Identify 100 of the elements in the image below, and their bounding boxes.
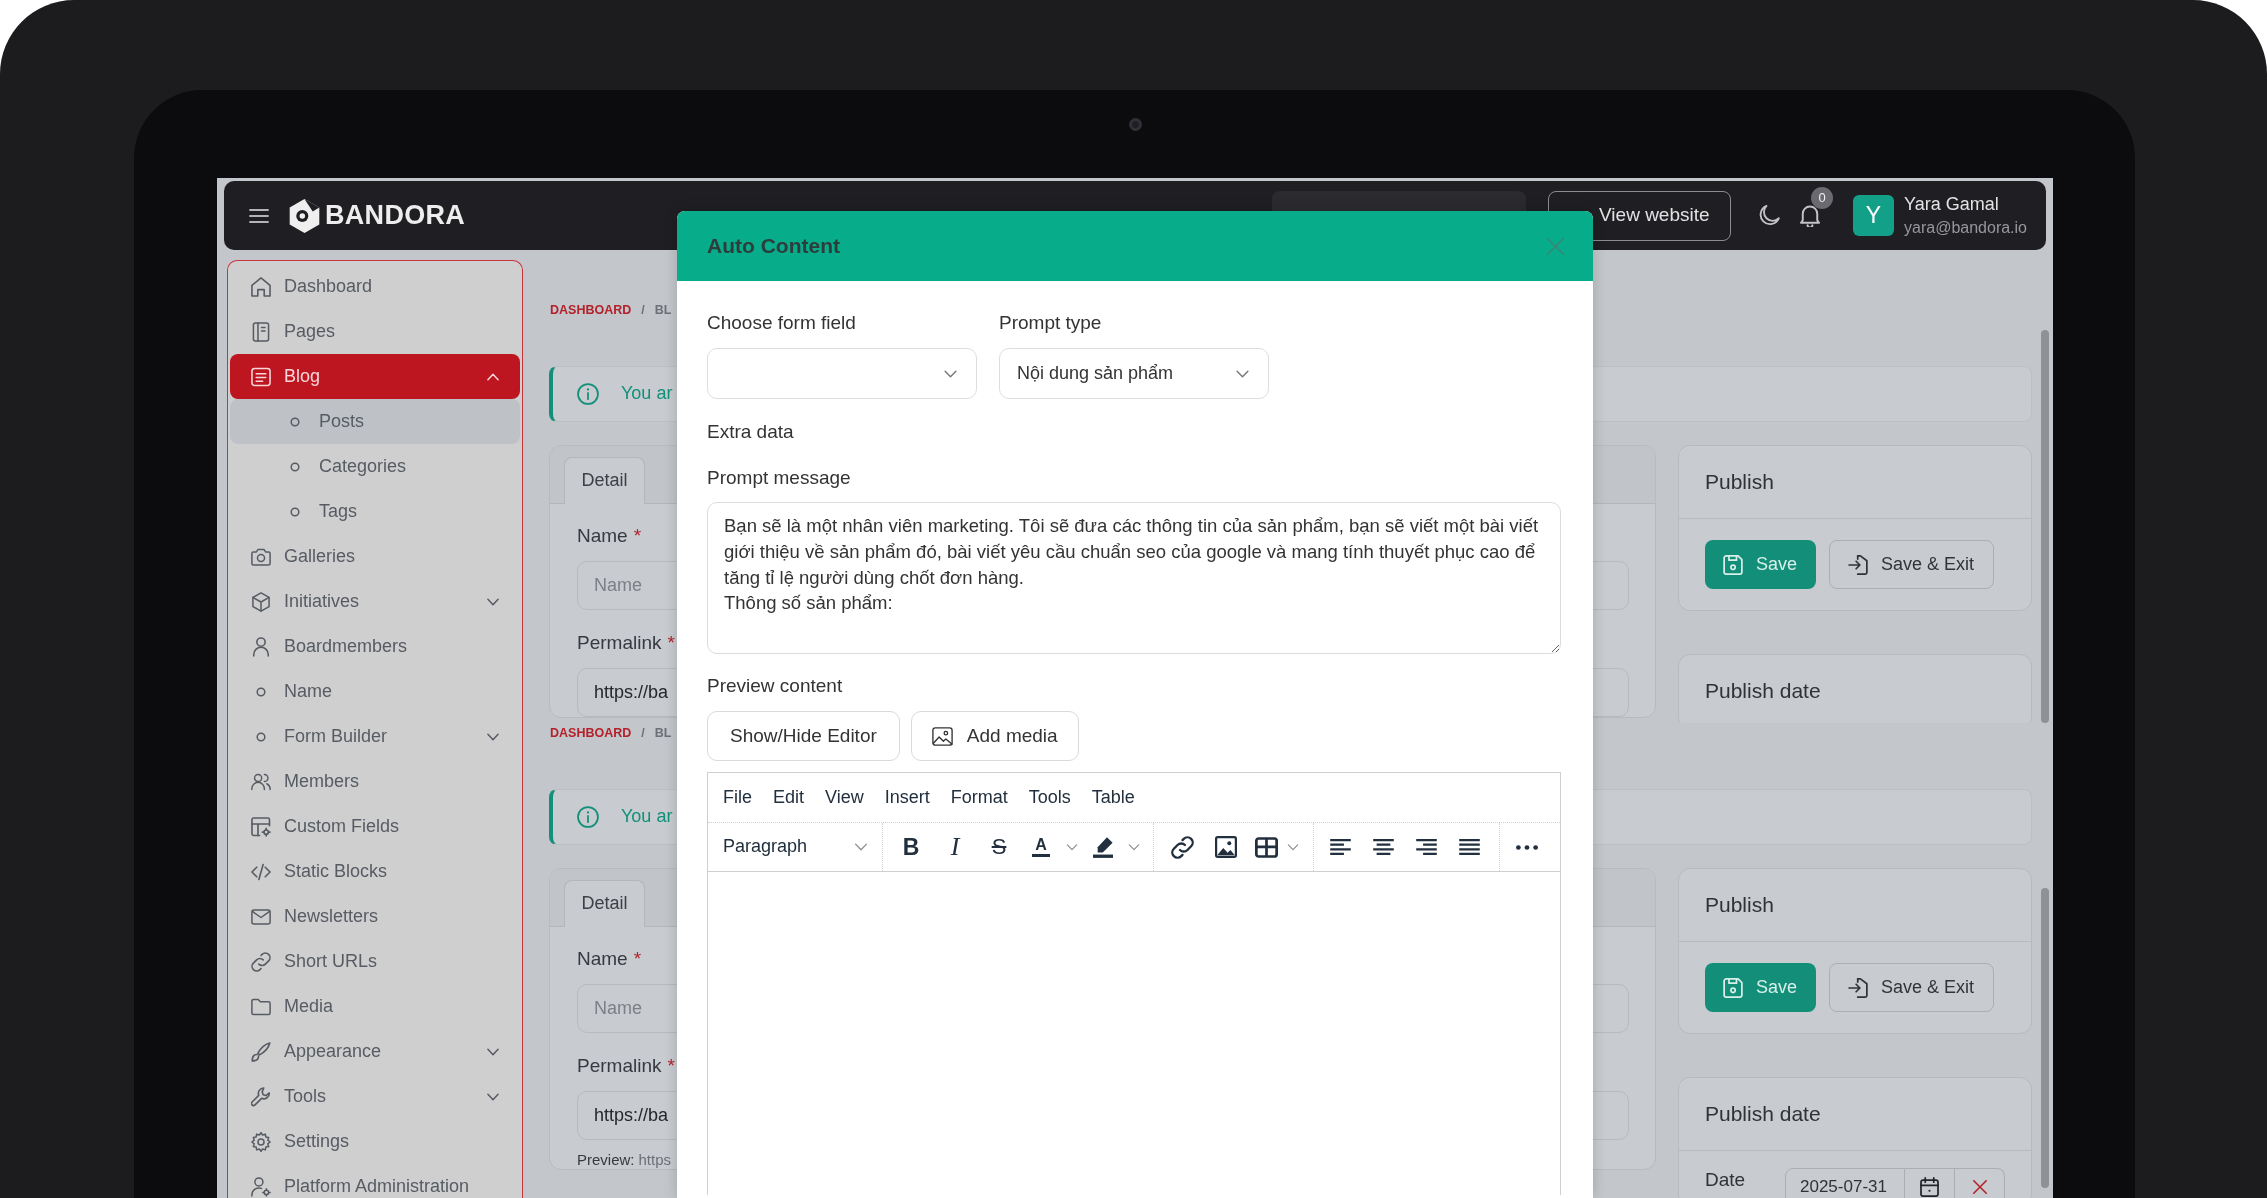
moon-icon[interactable]: [1759, 205, 1780, 226]
link-icon[interactable]: [1170, 835, 1194, 859]
chevron-down-icon[interactable]: [487, 1092, 499, 1101]
sidebar-item[interactable]: Members: [230, 759, 520, 804]
tab[interactable]: Detail: [564, 880, 645, 927]
envelope-icon: [251, 906, 271, 927]
menu-item[interactable]: View: [825, 785, 864, 810]
preview-url[interactable]: https: [638, 1150, 672, 1170]
sidebar-item[interactable]: Settings: [230, 1119, 520, 1164]
sidebar-item[interactable]: Boardmembers: [230, 624, 520, 669]
breadcrumb-separator: /: [641, 724, 645, 742]
caret-icon[interactable]: [1287, 843, 1299, 851]
save-button[interactable]: Save: [1705, 540, 1816, 589]
user-gear-icon: [251, 1176, 271, 1197]
sidebar-item[interactable]: Newsletters: [230, 894, 520, 939]
sidebar-subitem[interactable]: Categories: [230, 444, 520, 489]
tab[interactable]: Detail: [564, 457, 645, 504]
required-asterisk: *: [633, 523, 642, 548]
justify-icon[interactable]: [1459, 839, 1480, 855]
required-asterisk: *: [633, 946, 642, 971]
card-title: Publish date: [1705, 678, 1821, 705]
calendar-button[interactable]: [1905, 1168, 1955, 1198]
italic-button[interactable]: I: [950, 834, 960, 860]
user-email: yara@bandora.io: [1904, 217, 2027, 237]
image-icon[interactable]: [1215, 836, 1237, 858]
breadcrumb-link[interactable]: DASHBOARD: [550, 301, 632, 319]
sidebar-item[interactable]: Appearance: [230, 1029, 520, 1074]
required-asterisk: *: [667, 630, 675, 655]
brand-name[interactable]: BANDORA: [325, 197, 466, 234]
door-arrow-icon: [1848, 977, 1868, 998]
bullet-icon: [290, 461, 300, 472]
door-arrow-icon: [1848, 554, 1868, 575]
field-label: Prompt message: [707, 466, 852, 490]
chevron-up-icon[interactable]: [487, 372, 499, 381]
chevron-down-icon[interactable]: [487, 597, 499, 606]
select-field[interactable]: [707, 348, 977, 399]
sidebar-subitem[interactable]: Tags: [230, 489, 520, 534]
menu-item[interactable]: File: [723, 785, 752, 810]
save-button[interactable]: Save: [1705, 963, 1816, 1012]
sidebar-item[interactable]: Dashboard: [230, 264, 520, 309]
add-media-button[interactable]: Add media: [910, 711, 1079, 761]
menu-item[interactable]: Tools: [1028, 785, 1071, 810]
sidebar-item[interactable]: Form Builder: [230, 714, 520, 759]
info-icon: [577, 806, 599, 828]
field-label: Name: [577, 946, 628, 971]
sidebar-item[interactable]: Platform Administration: [230, 1164, 520, 1198]
logo-icon[interactable]: [289, 198, 320, 233]
bell-icon[interactable]: [1800, 204, 1820, 227]
prompt-message-field[interactable]: Bạn sẽ là một nhân viên marketing. Tôi sẽ đưa các thông tin của sản phẩm, bạn sẽ viết một bài viết giới thiệu về sản phẩm đó, bài viết yêu cầu chuẩn seo của google và mang tính thuyết phục cao để tăng tỉ lệ người dùng chốt đơn hàng. Thông số sản phẩm:: [707, 502, 1561, 654]
menu-item[interactable]: Format: [950, 785, 1008, 810]
menu-icon[interactable]: [249, 207, 269, 224]
bullet-icon: [256, 686, 266, 697]
sidebar-item[interactable]: Custom Fields: [230, 804, 520, 849]
menu-item[interactable]: Insert: [884, 785, 930, 810]
sidebar-item[interactable]: Pages: [230, 309, 520, 354]
sidebar-subitem[interactable]: Posts: [230, 399, 520, 444]
sidebar-item[interactable]: Name: [230, 669, 520, 714]
table-icon[interactable]: [1254, 836, 1278, 858]
save-exit-button[interactable]: Save & Exit: [1829, 540, 1994, 589]
caret-icon[interactable]: [1066, 843, 1078, 851]
toggle-editor-button[interactable]: Show/Hide Editor: [707, 711, 900, 761]
breadcrumb-link[interactable]: DASHBOARD: [550, 724, 632, 742]
highlighter-icon[interactable]: [1093, 836, 1113, 858]
more-icon[interactable]: [1516, 844, 1538, 850]
date-input[interactable]: 2025-07-31: [1785, 1168, 1905, 1198]
align-right-icon[interactable]: [1416, 839, 1437, 855]
align-center-icon[interactable]: [1373, 839, 1394, 855]
block-format-dropdown[interactable]: Paragraph: [723, 835, 868, 859]
wrench-icon: [251, 1086, 271, 1107]
alert-text: You ar: [621, 805, 673, 829]
sidebar-item[interactable]: Tools: [230, 1074, 520, 1119]
cube-icon: [251, 591, 271, 612]
sidebar-item[interactable]: Initiatives: [230, 579, 520, 624]
calendar-icon: [1920, 1177, 1939, 1197]
chevron-down-icon: [854, 843, 868, 851]
scrollbar-thumb[interactable]: [2041, 330, 2049, 723]
scrollbar-thumb[interactable]: [2041, 888, 2049, 1188]
sidebar-item[interactable]: Media: [230, 984, 520, 1029]
user-avatar[interactable]: Y: [1853, 195, 1894, 236]
bold-button[interactable]: B: [902, 835, 920, 859]
menu-item[interactable]: Edit: [773, 785, 805, 810]
select-field[interactable]: Nội dung sản phẩm: [999, 348, 1269, 399]
field-label: Permalink: [577, 630, 662, 655]
align-left-icon[interactable]: [1330, 839, 1351, 855]
card-title: Publish date: [1705, 1101, 1821, 1128]
caret-icon[interactable]: [1128, 843, 1140, 851]
table-gear-icon: [251, 816, 271, 837]
date-label: Date: [1705, 1168, 1747, 1192]
strikethrough-button[interactable]: S: [991, 836, 1007, 858]
sidebar-item[interactable]: Galleries: [230, 534, 520, 579]
save-exit-button[interactable]: Save & Exit: [1829, 963, 1994, 1012]
sidebar-item[interactable]: Short URLs: [230, 939, 520, 984]
text-color-button[interactable]: A: [1032, 837, 1050, 857]
chevron-down-icon[interactable]: [487, 1047, 499, 1056]
field-label: Prompt type: [999, 311, 1103, 335]
sidebar-item[interactable]: Blog: [230, 354, 520, 399]
chevron-down-icon[interactable]: [487, 732, 499, 741]
card-title: Publish: [1705, 892, 1774, 919]
sidebar-item[interactable]: Static Blocks: [230, 849, 520, 894]
menu-item[interactable]: Table: [1091, 785, 1135, 810]
